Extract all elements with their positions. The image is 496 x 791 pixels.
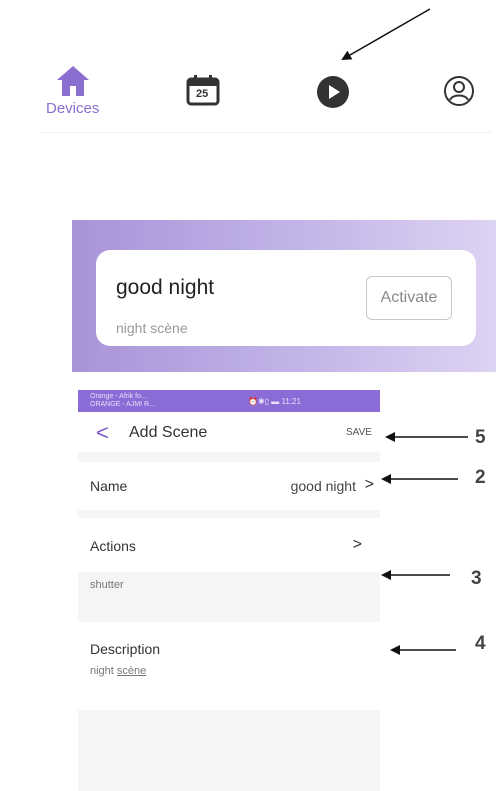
annotation-number-description: 4: [475, 633, 486, 654]
actions-label: Actions: [90, 538, 136, 554]
back-button[interactable]: <: [96, 420, 109, 446]
carrier-line-2: ORANGE - AJMI R...: [90, 401, 155, 408]
chevron-right-icon: >: [352, 536, 362, 553]
phone-screen: Orange - Afrik fo... ORANGE - AJMI R... …: [78, 390, 380, 791]
calendar-day: 25: [196, 88, 209, 100]
user-icon: [444, 76, 474, 106]
description-value: night scène: [90, 665, 146, 677]
scene-subtitle: night scène: [116, 320, 188, 336]
name-value: good night: [290, 478, 356, 494]
description-row[interactable]: Description night scène: [78, 622, 380, 710]
nav-item-scenes[interactable]: [316, 75, 350, 114]
actions-sub-area: [78, 572, 380, 612]
play-icon: [317, 76, 349, 108]
home-icon: [56, 66, 89, 96]
annotation-number-save: 5: [475, 427, 486, 448]
status-bar: Orange - Afrik fo... ORANGE - AJMI R... …: [78, 390, 380, 412]
nav-item-devices[interactable]: Devices: [46, 64, 99, 117]
description-value-plain: night: [90, 665, 117, 677]
annotation-number-name: 2: [475, 467, 486, 488]
save-button[interactable]: SAVE: [346, 427, 372, 438]
app-bar: < Add Scene SAVE: [78, 412, 380, 452]
status-right: ⏰✱▯ ▬ 11:21: [248, 397, 301, 406]
actions-value: shutter: [90, 579, 124, 591]
status-carrier: Orange - Afrik fo... ORANGE - AJMI R...: [90, 393, 155, 409]
nav-divider: [40, 132, 492, 133]
scene-card: good night night scène Activate: [96, 250, 476, 346]
annotation-number-actions: 3: [471, 568, 482, 589]
arrow-to-play: [341, 8, 431, 60]
scene-title: good night: [116, 276, 215, 299]
description-label: Description: [90, 641, 161, 657]
chevron-right-icon: >: [364, 476, 374, 493]
carrier-line-1: Orange - Afrik fo...: [90, 393, 147, 400]
nav-item-profile[interactable]: [443, 75, 475, 112]
actions-row[interactable]: Actions > shutter: [78, 518, 380, 612]
nav-label-devices: Devices: [46, 100, 100, 117]
activate-button[interactable]: Activate: [366, 276, 452, 320]
page-title: Add Scene: [129, 424, 208, 441]
name-label: Name: [90, 478, 128, 494]
name-row[interactable]: Name good night >: [78, 462, 380, 510]
nav-item-calendar[interactable]: 25: [186, 74, 220, 111]
description-value-underlined: scène: [116, 665, 147, 677]
